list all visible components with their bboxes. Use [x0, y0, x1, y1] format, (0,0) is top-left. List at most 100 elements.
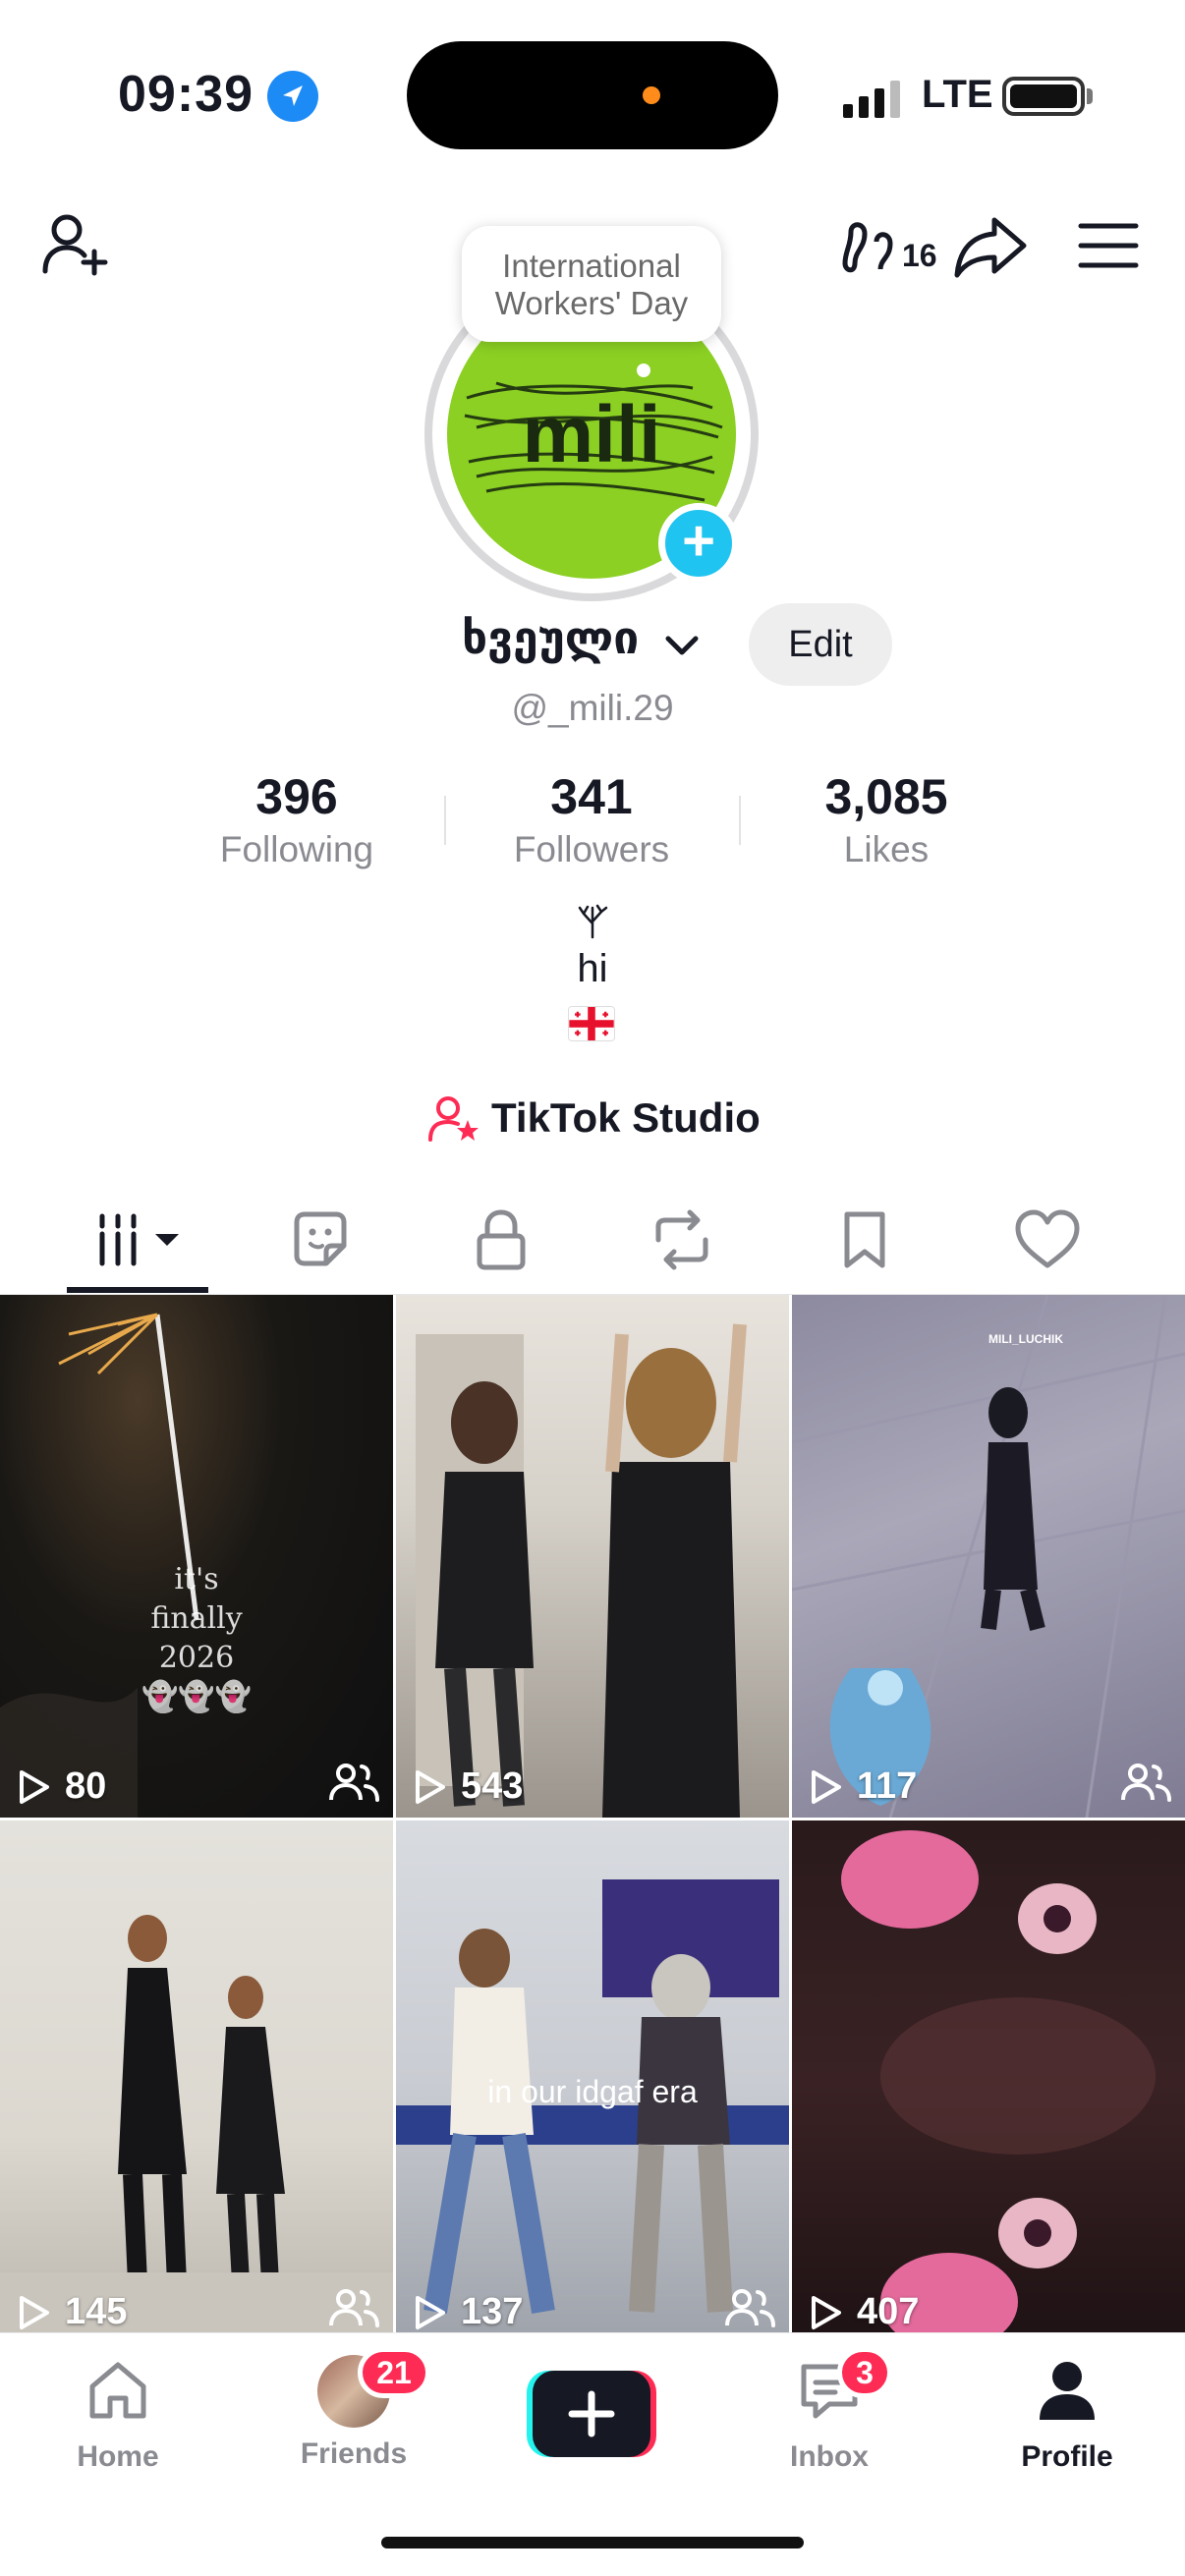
creator-tools-button[interactable]: 16	[837, 212, 945, 281]
note-bubble[interactable]: International Workers' Day	[462, 226, 721, 342]
stat-likes[interactable]: 3,085 Likes	[739, 768, 1034, 870]
recording-dot	[643, 86, 660, 104]
battery-icon	[1002, 77, 1085, 116]
share-icon[interactable]	[953, 212, 1028, 281]
note-line-2: Workers' Day	[494, 285, 689, 321]
video-overlay-text: it's finally 2026 👻👻👻	[0, 1560, 393, 1717]
profile-tabs	[0, 1185, 1185, 1295]
stat-followers[interactable]: 341 Followers	[444, 768, 739, 870]
view-count-value: 80	[65, 1765, 107, 1807]
video-thumbnail[interactable]: MILI_LUCHIK 117	[792, 1295, 1185, 1818]
firework-graphic	[0, 1313, 199, 1818]
following-count: 396	[255, 769, 338, 824]
menu-icon[interactable]	[1077, 218, 1140, 273]
game-character-graphic	[792, 1295, 1185, 1818]
nav-inbox-label: Inbox	[790, 2440, 869, 2473]
sticker-icon[interactable]	[285, 1204, 356, 1275]
bio-text: hi	[577, 947, 608, 990]
profile-stats: 396 Following 341 Followers 3,085 Likes	[0, 768, 1185, 876]
video-thumbnail[interactable]: 407	[792, 1820, 1185, 2343]
lock-icon[interactable]	[466, 1204, 536, 1275]
georgia-flag-icon	[568, 1006, 615, 1041]
view-count: 543	[410, 1765, 523, 1808]
video-grid: it's finally 2026 👻👻👻 80 543 MILI_LUCHIK…	[0, 1295, 1185, 2343]
nav-friends[interactable]: Friends 21	[255, 2347, 452, 2471]
view-count-value: 543	[461, 1765, 524, 1807]
chevron-down-icon[interactable]	[662, 631, 702, 660]
status-time: 09:39	[118, 66, 254, 123]
friends-badge: 21	[358, 2347, 430, 2398]
location-arrow-icon	[267, 71, 318, 122]
home-icon	[89, 2362, 146, 2419]
profile-icon	[1040, 2362, 1095, 2420]
video-overlay-text: in our idgaf era	[487, 2074, 698, 2109]
tiktok-studio-link[interactable]: TikTok Studio	[428, 1089, 761, 1148]
network-label: LTE	[922, 73, 993, 116]
display-name[interactable]: ხვეული	[462, 611, 639, 664]
face-graphic	[841, 1830, 1156, 2343]
likes-count: 3,085	[824, 769, 948, 824]
nav-profile-label: Profile	[1021, 2440, 1113, 2473]
nav-profile[interactable]: Profile	[969, 2355, 1165, 2474]
bookmark-icon[interactable]	[829, 1204, 900, 1275]
note-tail	[637, 364, 650, 377]
view-count-value: 145	[65, 2291, 128, 2332]
videos-tab-icon[interactable]	[94, 1204, 183, 1275]
video-thumbnail[interactable]: it's finally 2026 👻👻👻 80	[0, 1295, 393, 1818]
video-overlay-text: MILI_LUCHIK	[988, 1332, 1063, 1346]
view-count: 117	[806, 1765, 917, 1808]
overlay-line: 2026	[158, 1641, 235, 1675]
add-story-button[interactable]: +	[658, 503, 739, 584]
view-count-value: 117	[857, 1765, 918, 1807]
play-icon	[812, 2295, 841, 2329]
plus-icon	[527, 2371, 656, 2457]
view-count: 137	[410, 2291, 523, 2333]
following-label: Following	[219, 829, 374, 869]
view-count: 145	[14, 2291, 127, 2333]
signal-icon	[843, 79, 902, 118]
video-thumbnail[interactable]: 543	[396, 1295, 789, 1818]
friends-only-icon	[725, 2289, 775, 2327]
status-bar: 09:39 LTE	[0, 0, 1185, 187]
view-count-value: 137	[461, 2291, 524, 2332]
edit-profile-button[interactable]: Edit	[749, 603, 892, 686]
studio-label: TikTok Studio	[491, 1094, 761, 1141]
inbox-badge: 3	[837, 2347, 892, 2398]
dancers-graphic	[416, 1323, 747, 1818]
overlay-line: it's	[174, 1562, 219, 1596]
svg-text:mili: mili	[522, 390, 660, 479]
dynamic-island	[407, 41, 778, 149]
video-thumbnail[interactable]: in our idgaf era 137	[396, 1820, 789, 2343]
repost-icon[interactable]	[647, 1204, 717, 1275]
active-tab-indicator	[67, 1287, 208, 1293]
video-thumbnail[interactable]: 145	[0, 1820, 393, 2343]
tree-icon	[578, 904, 608, 939]
nav-home-label: Home	[77, 2440, 159, 2473]
heart-icon[interactable]	[1012, 1204, 1083, 1275]
play-icon	[20, 1769, 49, 1804]
friends-only-icon	[329, 1764, 379, 1802]
battery-tip	[1087, 88, 1093, 104]
followers-count: 341	[550, 769, 633, 824]
view-count-value: 407	[857, 2291, 920, 2332]
home-indicator[interactable]	[381, 2537, 804, 2548]
likes-label: Likes	[843, 829, 930, 869]
view-count: 407	[806, 2291, 919, 2333]
overlay-line: finally	[150, 1601, 243, 1636]
dancers-graphic	[0, 1915, 393, 2343]
studio-icon	[428, 1096, 479, 1142]
friends-only-icon	[329, 2289, 379, 2327]
nav-inbox[interactable]: Inbox 3	[731, 2347, 928, 2474]
overlay-line: 👻👻👻	[141, 1680, 253, 1714]
note-line-1: International	[502, 248, 681, 284]
play-icon	[416, 1769, 445, 1804]
play-icon	[20, 2295, 49, 2329]
nav-home[interactable]: Home	[20, 2355, 216, 2474]
friends-only-icon	[1121, 1764, 1171, 1802]
create-button[interactable]	[527, 2371, 656, 2457]
followers-label: Followers	[513, 829, 670, 869]
creator-badge-count: 16	[902, 238, 937, 273]
stat-following[interactable]: 396 Following	[149, 768, 444, 870]
play-icon	[416, 2295, 445, 2329]
add-friend-icon[interactable]	[39, 208, 110, 279]
